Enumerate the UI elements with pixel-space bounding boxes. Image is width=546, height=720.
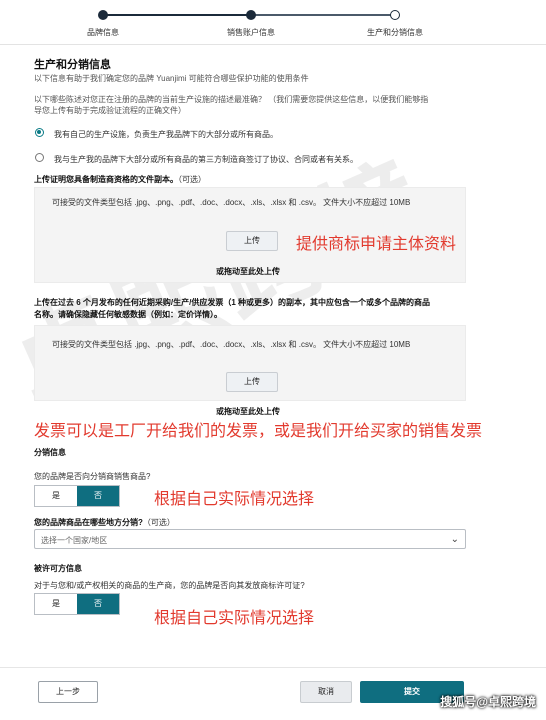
page-subtitle: 以下信息有助于我们确定您的品牌 Yuanjimi 可能符合哪些保护功能的使用条件 [34,74,309,83]
licensee-question: 对于与您和/或产权相关的商品的生产商，您的品牌是否向其发放商标许可证? [34,581,305,590]
optional-tag: （可选） [142,518,175,527]
step-dot-production [390,10,400,20]
stepper-line [251,14,395,16]
divider [0,44,546,45]
step-dot-sales-account [246,10,256,20]
annotation-distribution: 根据自己实际情况选择 [154,489,315,508]
facility-question: 以下哪些陈述对您正在注册的品牌的当前生产设施的描述最准确？ （我们需要您提供这些… [34,95,429,104]
page-title: 生产和分销信息 [34,59,111,71]
radio-third-party-label[interactable]: 我与生产我的品牌下大部分或所有商品的第三方制造商签订了协议、合同或者有关系。 [54,154,358,165]
radio-third-party[interactable] [35,153,44,162]
distribution-heading: 分销信息 [34,448,66,457]
progress-stepper: 品牌信息 销售账户信息 生产和分销信息 [0,6,546,40]
cancel-button[interactable]: 取消 [300,681,352,703]
chevron-down-icon: ⌄ [450,534,459,545]
region-select-placeholder: 选择一个国家/地区 [41,536,108,545]
step-label-sales-account: 销售账户信息 [227,28,275,37]
optional-tag: （可选） [178,175,206,184]
back-button[interactable]: 上一步 [38,681,98,703]
radio-own-facility-label[interactable]: 我有自己的生产设施，负责生产我品牌下的大部分或所有商品。 [54,129,278,140]
license-yes-option[interactable]: 是 [35,594,77,614]
upload-button-invoice[interactable]: 上传 [226,372,278,392]
file-types-hint: 可接受的文件类型包括 .jpg、.png、.pdf、.doc、.docx、.xl… [52,198,411,207]
licensee-heading: 被许可方信息 [34,564,82,573]
region-select[interactable]: 选择一个国家/地区 ⌄ [34,529,466,549]
distributor-toggle[interactable]: 是 否 [34,485,120,507]
drag-drop-hint: 或拖动至此处上传 [216,267,280,276]
annotation-invoice: 发票可以是工厂开给我们的发票，或是我们开给买家的销售发票 [34,421,483,440]
distributor-yes-option[interactable]: 是 [35,486,77,506]
region-label-text: 您的品牌商品在哪些地方分销? [34,518,143,527]
radio-own-facility[interactable] [35,128,44,137]
sohu-watermark: 搜狐号@卓熙跨境 [440,695,536,709]
stepper-line [103,14,251,16]
region-label: 您的品牌商品在哪些地方分销?（可选） [34,517,175,528]
distribution-question: 您的品牌是否向分销商销售商品? [34,472,151,481]
annotation-brand-info: 提供商标申请主体资料 [296,234,457,253]
license-no-option[interactable]: 否 [77,594,119,614]
upload-manufacturer-label-text: 上传证明您具备制造商资格的文件副本。 [34,175,178,184]
divider [0,667,546,668]
license-toggle[interactable]: 是 否 [34,593,120,615]
step-dot-brand-info [98,10,108,20]
annotation-license: 根据自己实际情况选择 [154,608,315,627]
file-types-hint: 可接受的文件类型包括 .jpg、.png、.pdf、.doc、.docx、.xl… [52,340,411,349]
upload-invoice-label: 上传在过去 6 个月发布的任何近期采购/生产/供应发票（1 种或更多）的副本，其… [34,298,431,307]
upload-manufacturer-label: 上传证明您具备制造商资格的文件副本。（可选） [34,174,206,185]
distributor-no-option[interactable]: 否 [77,486,119,506]
facility-question-cont: 导您上传有助于完成验证流程的正确文件） [34,106,186,115]
drag-drop-hint: 或拖动至此处上传 [216,407,280,416]
step-label-production: 生产和分销信息 [367,28,423,37]
step-label-brand-info: 品牌信息 [87,28,119,37]
upload-button-manufacturer[interactable]: 上传 [226,231,278,251]
upload-invoice-label-cont: 名称。请确保隐藏任何敏感数据（例如：定价详情）。 [34,310,222,319]
